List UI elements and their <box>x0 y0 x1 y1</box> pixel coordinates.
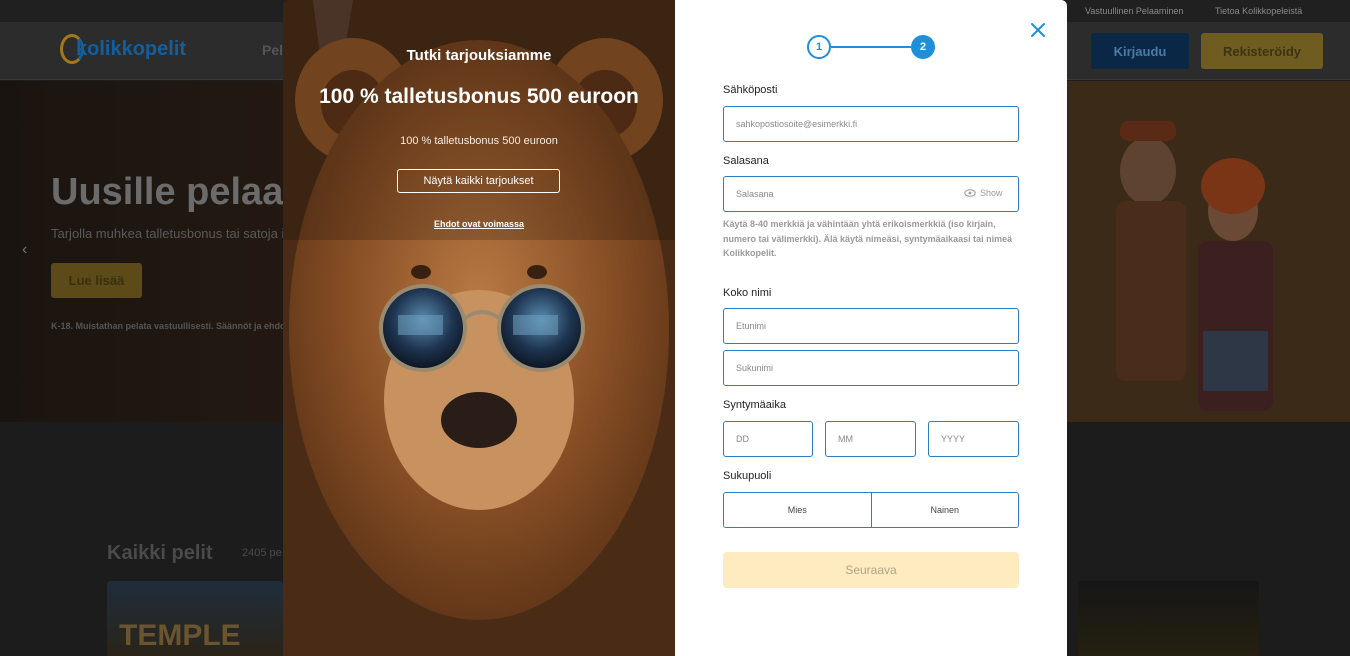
nav-games-link[interactable]: Pel <box>262 42 283 58</box>
promo-title: Tutki tarjouksiamme <box>406 47 552 64</box>
dob-year-field[interactable] <box>928 421 1019 457</box>
game-tile[interactable]: TEMPLE <box>107 581 283 656</box>
email-label: Sähköposti <box>723 84 778 96</box>
responsible-gaming-link[interactable]: Vastuullinen Pelaaminen <box>1085 6 1183 16</box>
password-hint: Käytä 8-40 merkkiä ja vähintään yhtä eri… <box>723 219 1013 258</box>
gender-label: Sukupuoli <box>723 470 772 482</box>
step-progress-line <box>831 46 911 48</box>
games-count: 2405 pe <box>242 547 282 559</box>
hero-read-more-button[interactable]: Lue lisää <box>51 263 142 298</box>
about-slots-link[interactable]: Tietoa Kolikkopeleistä <box>1215 6 1302 16</box>
hero-people-image <box>1068 81 1350 422</box>
show-password-label: Show <box>980 188 1003 198</box>
terms-link[interactable]: Ehdot ovat voimassa <box>283 219 675 229</box>
gender-female-option[interactable]: Nainen <box>870 493 1018 527</box>
dob-day-field[interactable] <box>723 421 813 457</box>
site-logo[interactable]: kolikkopelit <box>60 34 186 64</box>
hero-title: Uusille pelaa <box>51 171 284 213</box>
lastname-field[interactable] <box>723 350 1019 386</box>
promo-panel: Tutki tarjouksiamme 100 % talletusbonus … <box>283 0 675 656</box>
registration-form-panel: 1 2 Sähköposti Salasana Show Käytä 8-40 … <box>675 0 1067 656</box>
email-field[interactable] <box>723 106 1019 142</box>
close-icon[interactable] <box>1027 19 1049 41</box>
step-2-indicator: 2 <box>911 35 935 59</box>
game-tile[interactable] <box>1078 581 1259 656</box>
hero-subtitle: Tarjolla muhkea talletusbonus tai satoja… <box>51 226 295 241</box>
game-tile-title: TEMPLE <box>119 619 241 652</box>
dob-month-field[interactable] <box>825 421 916 457</box>
hero-legal-text: K-18. Muistathan pelata vastuullisesti. … <box>51 321 289 331</box>
promo-bonus-text: 100 % talletusbonus 500 euroon <box>400 135 558 147</box>
step-1-indicator: 1 <box>807 35 831 59</box>
password-label: Salasana <box>723 155 769 167</box>
show-password-toggle[interactable]: Show <box>964 188 1003 198</box>
next-button[interactable]: Seuraava <box>723 552 1019 588</box>
gender-selector: Mies Nainen <box>723 492 1019 528</box>
show-all-offers-button[interactable]: Näytä kaikki tarjoukset <box>397 169 560 193</box>
carousel-prev-icon[interactable]: ‹ <box>22 241 27 259</box>
all-games-title: Kaikki pelit <box>107 542 213 564</box>
register-button[interactable]: Rekisteröidy <box>1201 33 1323 69</box>
logo-text: kolikkopelit <box>76 37 187 60</box>
promo-bonus-headline: 100 % talletusbonus 500 euroon <box>319 85 639 108</box>
dob-label: Syntymäaika <box>723 399 786 411</box>
eye-icon <box>964 189 976 197</box>
gender-male-option[interactable]: Mies <box>724 493 871 527</box>
fullname-label: Koko nimi <box>723 287 772 299</box>
firstname-field[interactable] <box>723 308 1019 344</box>
login-button[interactable]: Kirjaudu <box>1091 33 1189 69</box>
